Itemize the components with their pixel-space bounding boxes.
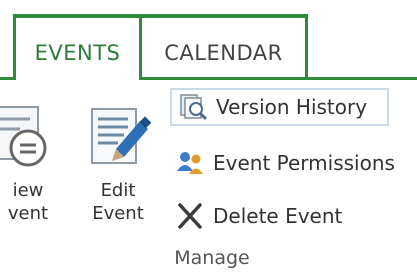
- manage-group-label: Manage: [174, 247, 250, 269]
- delete-icon: [178, 203, 202, 229]
- permissions-icon: [177, 152, 203, 174]
- edit-event-button[interactable]: Edit Event: [78, 103, 158, 225]
- delete-event-label: Delete Event: [213, 204, 343, 228]
- view-event-icon: [0, 106, 47, 167]
- view-event-label-line1: iew: [12, 180, 44, 201]
- view-event-label-line2: vent: [7, 203, 49, 224]
- edit-event-label-line1: Edit: [100, 180, 136, 201]
- delete-event-button[interactable]: Delete Event: [175, 197, 395, 235]
- version-history-icon: [180, 94, 208, 121]
- edit-event-label-line2: Event: [92, 203, 144, 224]
- version-history-label: Version History: [216, 95, 368, 119]
- tab-calendar[interactable]: CALENDAR: [142, 14, 308, 80]
- event-permissions-label: Event Permissions: [213, 151, 395, 175]
- event-permissions-button[interactable]: Event Permissions: [175, 144, 415, 182]
- version-history-button[interactable]: Version History: [170, 88, 389, 126]
- ribbon-tab-bar: EVENTS CALENDAR: [0, 0, 417, 80]
- edit-event-icon: [91, 108, 152, 164]
- tab-events[interactable]: EVENTS: [13, 14, 142, 80]
- view-event-button[interactable]: iew vent: [0, 103, 58, 225]
